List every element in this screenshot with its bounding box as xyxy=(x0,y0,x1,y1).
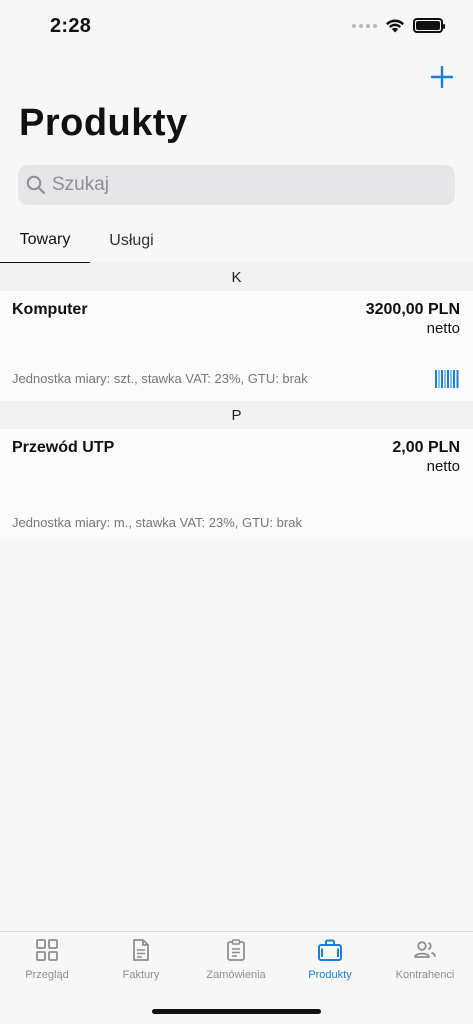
product-row[interactable]: Przewód UTP 2,00 PLN netto Jednostka mia… xyxy=(0,429,473,539)
tab-bar-label: Zamówienia xyxy=(206,969,266,981)
product-row[interactable]: Komputer 3200,00 PLN netto Jednostka mia… xyxy=(0,291,473,401)
status-bar: 2:28 xyxy=(0,0,473,54)
product-details: Jednostka miary: szt., stawka VAT: 23%, … xyxy=(12,371,308,386)
product-name: Komputer xyxy=(12,301,88,318)
document-icon xyxy=(133,939,149,961)
search-input[interactable] xyxy=(52,174,432,196)
tab-bar-item-faktury[interactable]: Faktury xyxy=(94,938,188,990)
wifi-icon xyxy=(386,19,404,33)
cellular-signal-icon xyxy=(352,23,377,28)
briefcase-icon xyxy=(318,939,342,961)
product-price: 3200,00 PLN xyxy=(365,301,460,318)
product-name: Przewód UTP xyxy=(12,439,115,456)
product-details: Jednostka miary: m., stawka VAT: 23%, GT… xyxy=(12,515,302,530)
battery-icon xyxy=(413,18,445,33)
page-title: Produkty xyxy=(19,102,188,144)
product-price-type: netto xyxy=(426,458,460,475)
grid-icon xyxy=(36,939,58,961)
home-indicator xyxy=(152,1009,321,1014)
search-bar[interactable] xyxy=(18,165,455,205)
tab-bar-label: Produkty xyxy=(308,969,352,981)
search-icon xyxy=(26,175,46,195)
clipboard-icon xyxy=(227,939,245,961)
tab-bar-label: Faktury xyxy=(122,969,160,981)
section-header: P xyxy=(0,401,473,429)
barcode-icon[interactable] xyxy=(435,370,459,388)
tab-bar-item-produkty[interactable]: Produkty xyxy=(283,938,377,990)
tab-bar-item-kontrahenci[interactable]: Kontrahenci xyxy=(378,938,472,990)
add-product-button[interactable] xyxy=(427,62,457,92)
tab-bar-item-przeglad[interactable]: Przegląd xyxy=(0,938,94,990)
tab-bar-label: Przegląd xyxy=(25,969,69,981)
product-price-type: netto xyxy=(426,320,460,337)
tab-bar-label: Kontrahenci xyxy=(395,969,455,981)
product-price: 2,00 PLN xyxy=(392,439,460,456)
tab-towary[interactable]: Towary xyxy=(0,218,90,264)
segment-tabs: Towary Usługi xyxy=(0,218,473,264)
plus-icon xyxy=(431,66,453,88)
tab-bar-item-zamowienia[interactable]: Zamówienia xyxy=(189,938,283,990)
section-header: K xyxy=(0,263,473,291)
status-time: 2:28 xyxy=(50,15,92,37)
people-icon xyxy=(414,941,436,958)
tab-uslugi[interactable]: Usługi xyxy=(90,218,173,264)
status-icons xyxy=(352,18,445,33)
